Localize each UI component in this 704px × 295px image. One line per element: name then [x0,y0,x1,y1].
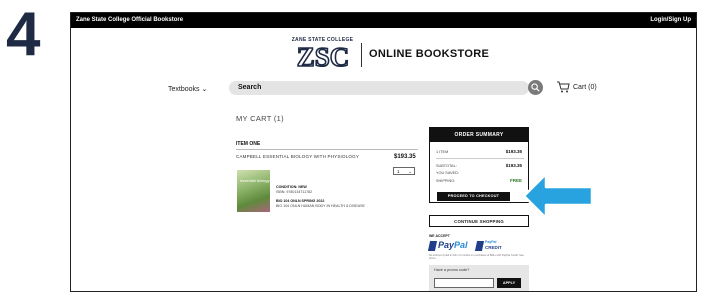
promo-code-box: Have a promo code? APPLY [429,265,529,291]
paypal-credit-bottom: CREDIT [485,245,502,250]
zsc-logo[interactable]: ZANE STATE COLLEGE ZSC [285,37,360,71]
book-cover-text: essential biology [240,178,270,183]
logo-divider [361,43,362,67]
cart-count: Cart (0) [573,83,597,91]
textbooks-label: Textbooks [168,86,200,93]
paypal-text-b: Pal [454,240,468,250]
top-bar: Zane State College Official Bookstore Lo… [71,13,696,28]
shipping-label: SHIPPING: [436,179,456,183]
paypal-logo: PayPal [438,240,468,250]
apply-button[interactable]: APPLY [497,278,521,288]
course-code: BIO 104 ONLN SPRING 2022 [276,199,325,203]
pointer-arrow-icon [522,172,594,220]
item-section-heading: ITEM ONE [236,141,261,147]
items-value: $193.35 [505,149,522,154]
cart-link[interactable]: Cart (0) [556,81,597,93]
continue-shopping-button[interactable]: CONTINUE SHOPPING [429,215,529,227]
paypal-fine-print: No interest if paid in full in 6 months … [429,254,524,260]
saved-label: YOU SAVED: [436,171,459,175]
subtotal-label: SUBTOTAL: [436,164,457,168]
subtotal-value: $193.35 [505,163,522,168]
we-accept-label: WE ACCEPT [429,234,450,238]
search-bar[interactable]: Search [229,81,529,95]
zsc-mark: ZSC [295,43,349,69]
paypal-credit-logo: PayPal CREDIT [485,240,502,250]
course-description: BIO 104 ONLN HUMAN BODY IN HEALTH & DISE… [276,204,365,208]
quantity-select[interactable]: 1 ⌄ [393,167,415,175]
order-summary-header: ORDER SUMMARY [430,128,528,142]
product-isbn: ISBN: 9780134711782 [276,190,313,194]
order-summary: ORDER SUMMARY 1 ITEM $193.35 SUBTOTAL: $… [429,127,529,203]
chevron-down-icon: ⌄ [408,169,412,174]
promo-label: Have a promo code? [434,268,470,272]
cart-title: MY CART (1) [236,114,284,123]
store-name-link[interactable]: Zane State College Official Bookstore [76,17,183,23]
divider [236,149,418,150]
promo-code-input[interactable] [434,278,494,288]
product-condition: CONDITION: NEW [276,185,307,189]
quantity-value: 1 [397,169,400,174]
logo-mark-text: ZSC [296,43,349,69]
product-price: $193.35 [394,154,416,160]
proceed-to-checkout-button[interactable]: PROCEED TO CHECKOUT [437,192,510,201]
product-title[interactable]: CAMPBELL ESSENTIAL BIOLOGY WITH PHYSIOLO… [236,154,359,159]
items-label: 1 ITEM [436,150,449,154]
shipping-value: FREE [509,178,522,183]
chevron-down-icon: ⌄ [201,86,208,93]
search-button[interactable] [528,80,543,95]
search-label: Search [238,84,262,91]
paypal-icon [427,241,438,251]
summary-divider [436,158,524,159]
paypal-text-a: Pay [438,240,455,250]
brand-title: ONLINE BOOKSTORE [369,48,490,60]
search-icon [531,83,540,92]
login-signup-link[interactable]: Login/Sign Up [650,17,691,23]
book-cover-image[interactable]: essential biology [237,170,270,212]
textbooks-menu[interactable]: Textbooks ⌄ [168,85,207,93]
cart-icon [557,81,570,93]
paypal-credit-icon [474,241,485,251]
step-number: 4 [6,0,41,69]
browser-screenshot: Zane State College Official Bookstore Lo… [70,12,697,292]
